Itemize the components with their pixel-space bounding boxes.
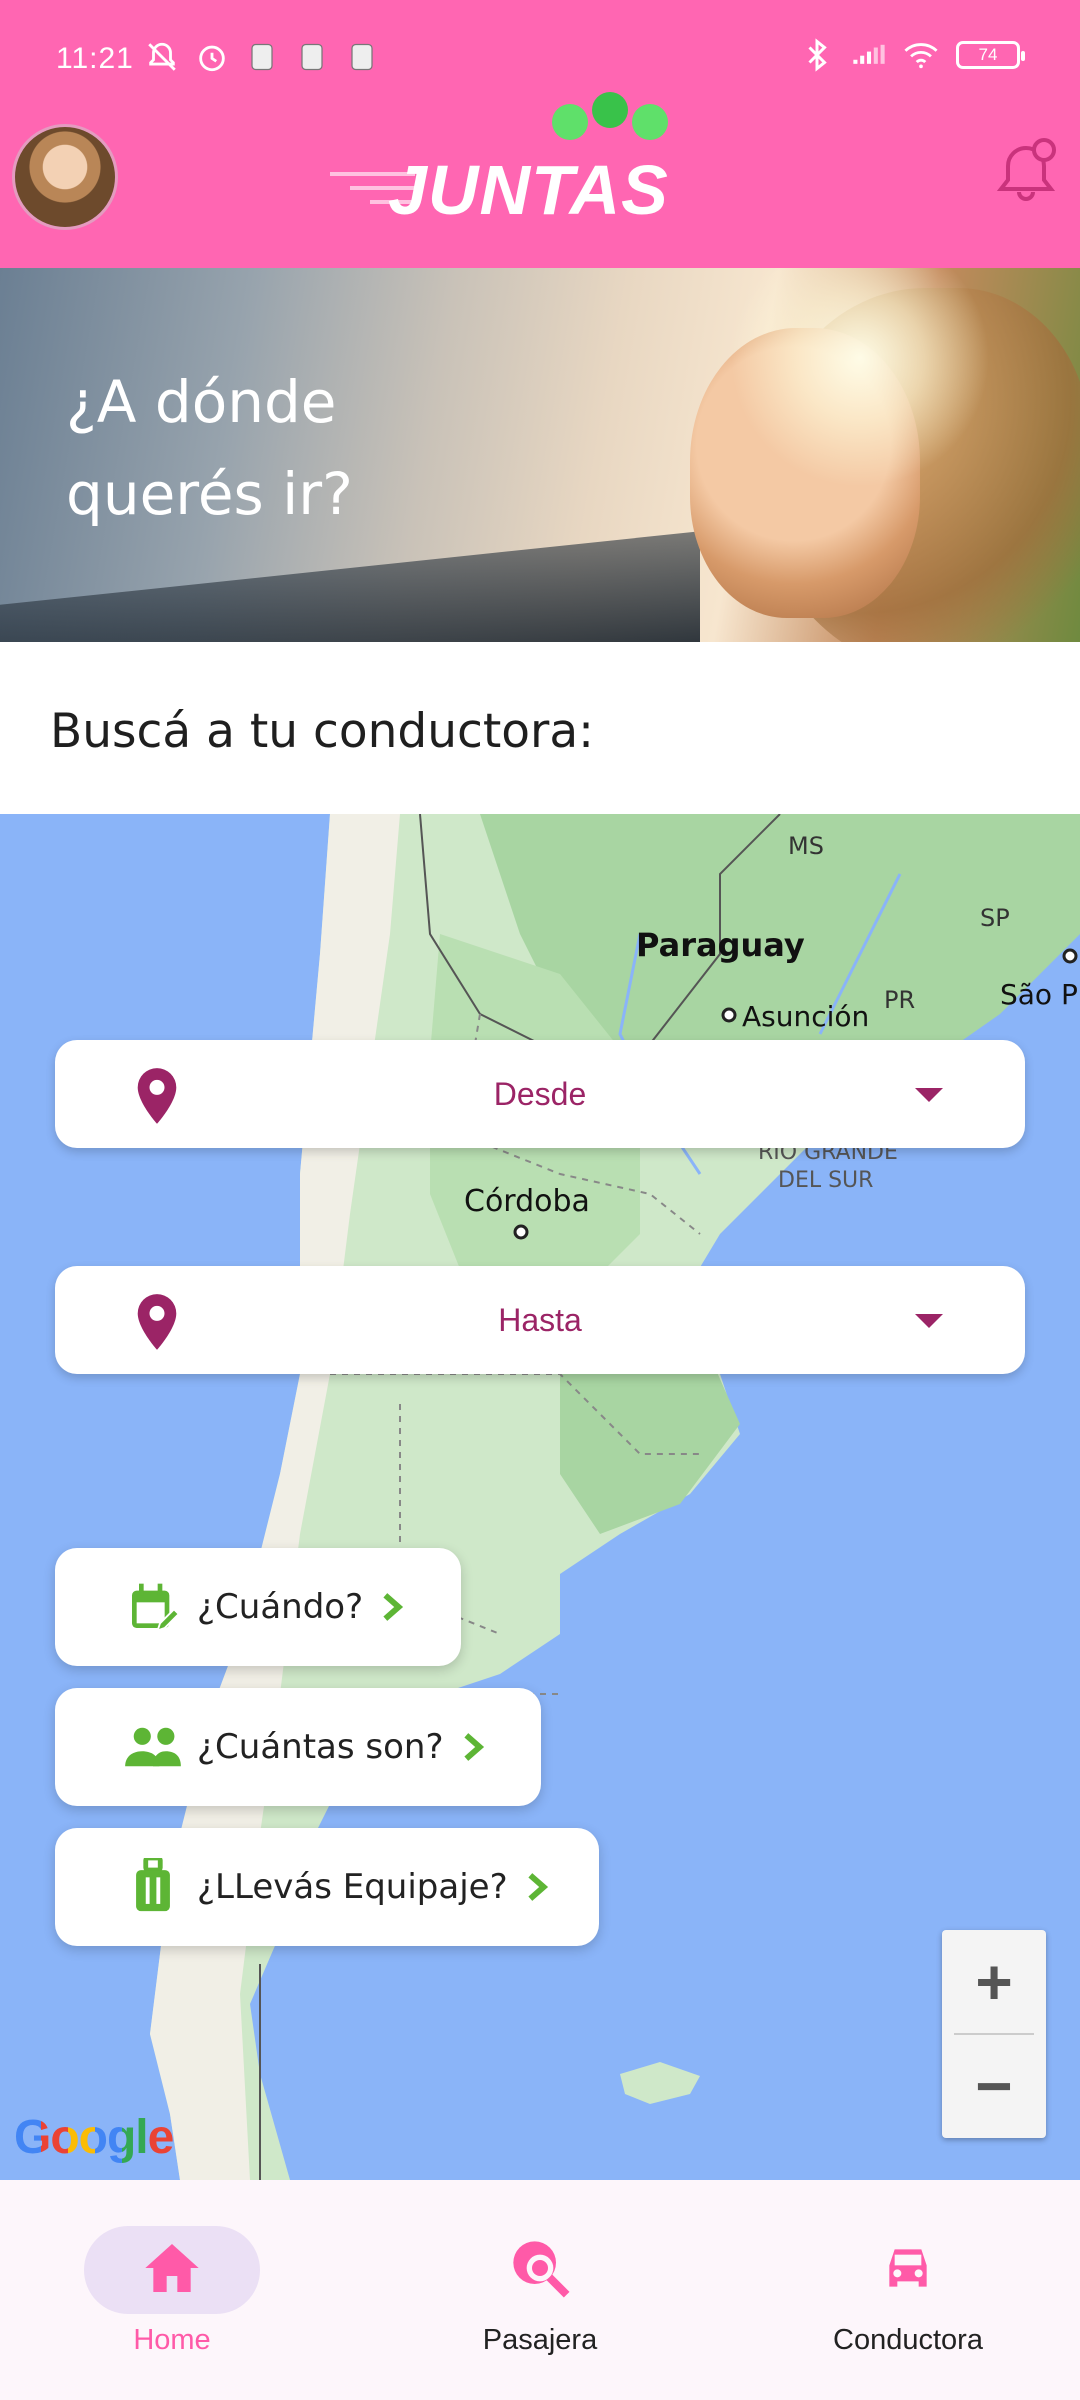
signal-icon bbox=[852, 38, 886, 72]
banner-title: ¿A dónde querés ir? bbox=[66, 368, 353, 528]
user-avatar[interactable] bbox=[12, 124, 118, 230]
dropdown-arrow-icon bbox=[915, 1088, 943, 1102]
alarm-icon bbox=[195, 40, 229, 74]
app-notification-icon bbox=[345, 40, 379, 74]
nav-item-home[interactable]: Home bbox=[52, 2216, 292, 2386]
home-icon bbox=[145, 2244, 199, 2292]
map-label-cordoba: Córdoba bbox=[464, 1184, 590, 1219]
google-logo-text: Google bbox=[14, 2111, 174, 2164]
map-label-del-sur: DEL SUR bbox=[778, 1168, 874, 1193]
logo-dot bbox=[632, 104, 668, 140]
google-attribution: Google bbox=[14, 2110, 174, 2165]
nav-item-pasajera[interactable]: Pasajera bbox=[420, 2216, 660, 2386]
people-icon bbox=[123, 1717, 183, 1777]
to-location-select[interactable]: Hasta bbox=[55, 1266, 1025, 1374]
zoom-out-button[interactable]: − bbox=[942, 2034, 1046, 2138]
juntas-logo: JUNTAS bbox=[330, 92, 690, 229]
logo-text: JUNTAS bbox=[388, 151, 669, 229]
app-notification-icon bbox=[245, 40, 279, 74]
calendar-edit-icon bbox=[123, 1577, 183, 1637]
nav-label-pasajera: Pasajera bbox=[482, 2324, 598, 2356]
logo-dot bbox=[552, 104, 588, 140]
map-label-sp: SP bbox=[980, 904, 1010, 932]
nav-label-conductora: Conductora bbox=[833, 2324, 983, 2356]
search-subtitle: Buscá a tu conductora: bbox=[50, 704, 594, 759]
from-location-select[interactable]: Desde bbox=[55, 1040, 1025, 1148]
map-label-pr: PR bbox=[884, 986, 916, 1014]
chevron-right-icon bbox=[383, 1593, 404, 1621]
map-zoom-controls: + − bbox=[942, 1930, 1046, 2138]
battery-indicator: 74 bbox=[956, 41, 1025, 69]
notifications-bell-icon[interactable] bbox=[992, 136, 1060, 206]
from-location-label: Desde bbox=[493, 1076, 587, 1112]
dropdown-arrow-icon bbox=[915, 1314, 943, 1328]
when-label: ¿Cuándo? bbox=[197, 1587, 364, 1627]
app-notification-icon bbox=[295, 40, 329, 74]
luggage-button[interactable]: ¿LLevás Equipaje? bbox=[55, 1828, 599, 1946]
mute-notifications-icon bbox=[145, 40, 179, 74]
wifi-icon bbox=[904, 38, 938, 72]
bluetooth-icon bbox=[800, 38, 834, 72]
zoom-in-button[interactable]: + bbox=[942, 1930, 1046, 2034]
hero-banner: ¿A dónde querés ir? bbox=[0, 268, 1080, 642]
luggage-icon bbox=[123, 1857, 183, 1917]
logo-dot bbox=[592, 92, 628, 128]
map-label-asuncion: Asunción bbox=[742, 1000, 870, 1033]
map-label-paraguay: Paraguay bbox=[636, 926, 805, 964]
passenger-search-icon bbox=[513, 2241, 570, 2298]
car-icon bbox=[889, 2249, 927, 2287]
to-location-label: Hasta bbox=[498, 1302, 582, 1338]
map-land bbox=[150, 814, 1080, 2180]
luggage-label: ¿LLevás Equipaje? bbox=[197, 1867, 508, 1907]
when-button[interactable]: ¿Cuándo? bbox=[55, 1548, 461, 1666]
app-header: 11:21 74 JUNTAS bbox=[0, 0, 1080, 268]
passenger-count-button[interactable]: ¿Cuántas son? bbox=[55, 1688, 541, 1806]
passenger-count-label: ¿Cuántas son? bbox=[197, 1727, 444, 1767]
status-time: 11:21 bbox=[56, 42, 134, 75]
map-view[interactable]: MS Paraguay SP Asunción PR São P RIO GRA… bbox=[0, 814, 1080, 2180]
map-label-sao-paulo: São P bbox=[1000, 978, 1078, 1011]
chevron-right-icon bbox=[528, 1873, 548, 1901]
bottom-navigation: Home Pasajera Conductora bbox=[0, 2180, 1080, 2400]
chevron-right-icon bbox=[463, 1733, 484, 1761]
nav-label-home: Home bbox=[133, 2324, 211, 2356]
map-label-ms: MS bbox=[788, 832, 824, 860]
nav-item-conductora[interactable]: Conductora bbox=[788, 2216, 1028, 2386]
